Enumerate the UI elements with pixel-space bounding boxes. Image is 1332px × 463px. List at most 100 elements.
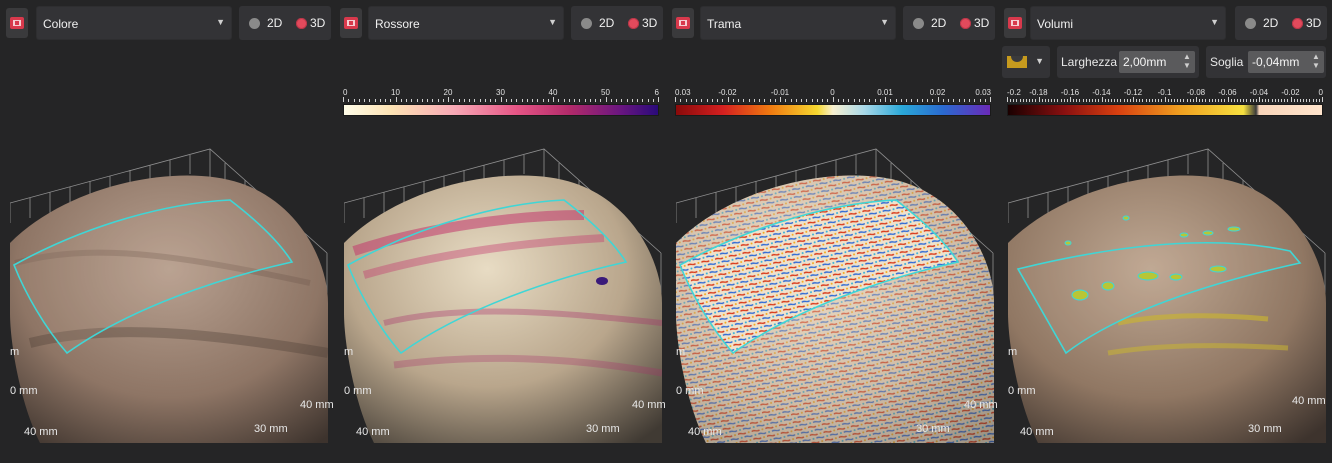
view-mode-toggle: 2D 3D [239,6,331,40]
radio-2d[interactable] [249,18,260,29]
map-type-dropdown[interactable]: Rossore ▼ [368,6,564,40]
larghezza-input[interactable]: 2,00mm ▲ ▼ [1119,51,1195,73]
scale-tick-mark [984,99,986,102]
scale-tick-mark [1183,99,1185,102]
radio-3d[interactable] [960,18,971,29]
scale-tick-mark [1299,99,1301,102]
scale-bar [675,104,991,116]
scale-tick-mark [1051,99,1053,102]
scale-tick-mark [722,99,724,102]
3d-viewport[interactable]: m 0 mm 40 mm 30 mm 40 mm [343,143,666,443]
radio-3d[interactable] [628,18,639,29]
scale-tick-mark [1199,99,1201,102]
scale-tick-mark [469,99,470,102]
radio-2d[interactable] [1245,18,1256,29]
radio-2d[interactable] [581,18,592,29]
scale-tick-label: -0.06 [1218,88,1237,97]
scale-tick-mark [1164,97,1166,102]
scale-tick-label: -0.18 [1029,88,1048,97]
scale-tick-mark [932,99,934,102]
scale-tick-mark [680,99,682,102]
3d-viewport[interactable]: m 0 mm 40 mm 30 mm 40 mm [675,143,998,443]
scale-tick-label: 0.03 [675,88,691,97]
scale-tick-mark [1318,99,1320,102]
scale-tick-mark [774,99,776,102]
spinner-arrows-icon[interactable]: ▲ ▼ [1310,52,1322,72]
scale-tick-mark [626,99,628,102]
scale-tick-mark [1167,99,1169,102]
scale-tick-mark [1208,99,1210,102]
view-mode-toggle: 2D 3D [903,6,995,40]
capture-button[interactable] [1004,8,1026,38]
panel-trama: Trama ▼ 2D 3D 0.03 -0.02 -0.01 0 0.01 0.02 0.0… [666,0,998,463]
capture-button[interactable] [6,8,28,38]
scale-tick-label: 50 [601,88,610,97]
radio-3d[interactable] [1292,18,1303,29]
scale-tick-mark [521,99,523,102]
scale-tick-mark [537,99,539,102]
mode-selector[interactable]: ▼ [1002,46,1050,78]
scale-tick-mark [1186,99,1188,102]
axis-y2-label: 40 mm [24,426,58,438]
scale-tick-mark [1224,99,1226,102]
scale-tick-mark [958,99,960,102]
scale-tick-label: 10 [391,88,400,97]
scale-tick-mark [816,99,818,102]
scale-tick-mark [511,99,512,102]
scale-tick-mark [1057,99,1059,102]
scale-tick-mark [790,99,792,102]
label-3d: 3D [974,16,990,30]
chevron-down-icon: ▼ [880,17,889,27]
scale-tick-mark [1161,99,1163,102]
radio-2d[interactable] [913,18,924,29]
scale-tick-mark [1236,99,1238,102]
scale-tick-mark [463,99,465,102]
soglia-value: -0,04mm [1252,55,1300,69]
scale-tick-mark [1076,99,1078,102]
axis-x-label: 30 mm [254,423,288,435]
scale-tick-mark [1073,99,1075,102]
label-2d: 2D [599,16,615,30]
scale-tick-mark [647,99,649,102]
scale-tick-mark [1117,99,1119,102]
radio-3d[interactable] [296,18,307,29]
map-type-dropdown[interactable]: Colore ▼ [36,6,232,40]
scale-tick-mark [416,99,418,102]
scale-ticks: 0 10 20 30 40 50 6 [343,88,659,102]
scale-tick-label: -0.04 [1249,88,1269,97]
capture-button[interactable] [672,8,694,38]
capture-button[interactable] [340,8,362,38]
scale-tick-mark [911,99,913,102]
scale-tick-mark [400,99,402,102]
scale-tick-mark [353,99,355,102]
map-type-selected: Volumi [1037,17,1074,31]
axis-x2-label: 40 mm [1292,395,1326,407]
scale-tick-mark [1139,99,1141,102]
scale-tick-mark [385,99,386,102]
map-type-dropdown[interactable]: Trama ▼ [700,6,896,40]
soglia-input[interactable]: -0,04mm ▲ ▼ [1248,51,1324,73]
scale-tick-mark [479,99,481,102]
scale-tick-mark [1092,99,1094,102]
3d-viewport[interactable]: m 0 mm 40 mm 30 mm 40 mm [1007,143,1326,443]
camera-icon [10,17,24,29]
scale-tick-mark [500,97,502,102]
map-type-dropdown[interactable]: Volumi ▼ [1030,6,1226,40]
scale-tick-mark [811,99,813,102]
scale-tick-mark [979,99,981,102]
scale-tick-label: 20 [443,88,453,97]
spinner-arrows-icon[interactable]: ▲ ▼ [1181,52,1193,72]
scale-tick-mark [1265,99,1267,102]
scale-tick-mark [1243,99,1245,102]
scale-tick-mark [1007,97,1008,102]
scale-tick-mark [1082,99,1084,102]
chevron-down-icon: ▼ [548,17,557,27]
scale-tick-mark [1211,99,1213,102]
scale-bar [343,104,659,116]
scale-tick-mark [432,99,434,102]
scale-tick-mark [1047,99,1049,102]
panel-volumi: Volumi ▼ 2D 3D ▼ Larghezza 2,00mm ▲ ▼ Sog… [998,0,1330,463]
scale-tick-mark [743,99,745,102]
3d-viewport[interactable]: m 0 mm 40 mm 30 mm 40 mm [9,143,334,443]
scale-tick-mark [1274,99,1276,102]
